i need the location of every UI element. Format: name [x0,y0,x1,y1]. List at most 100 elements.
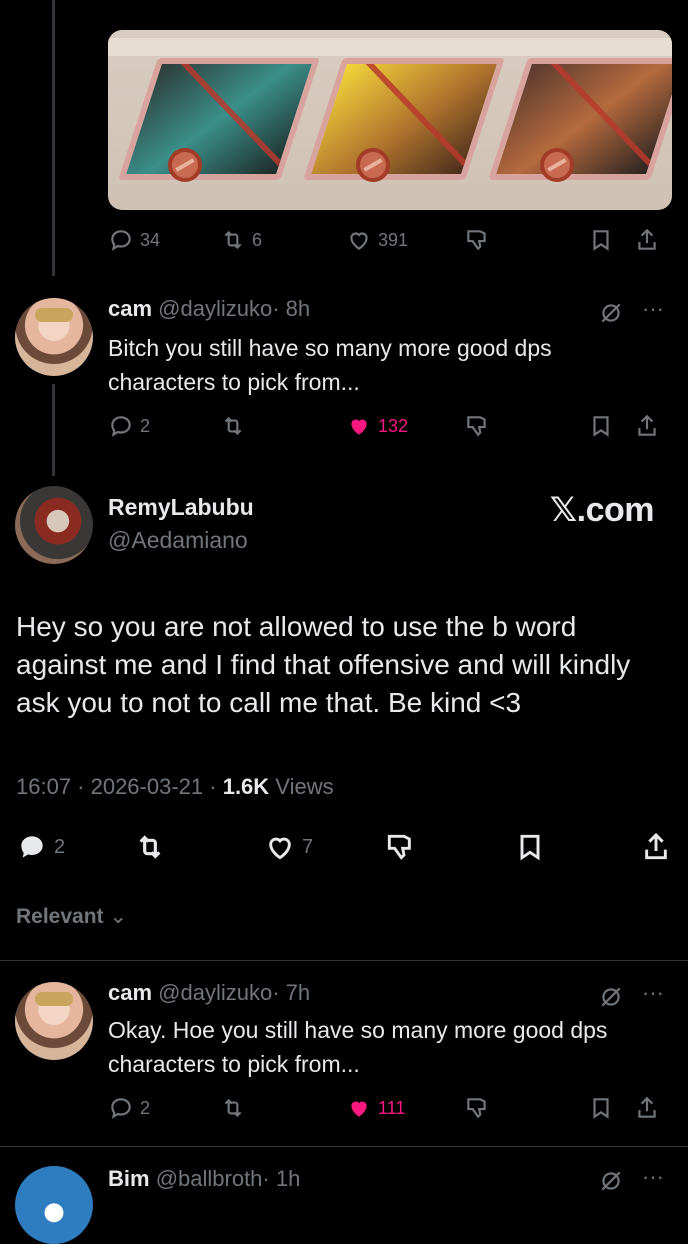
like-button[interactable]: 391 [346,227,464,253]
avatar[interactable] [15,486,93,564]
repost-icon [224,1098,242,1118]
handle[interactable]: @ballbroth [156,1166,263,1191]
grok-icon[interactable] [598,300,624,331]
dislike-button[interactable] [464,413,588,439]
post-actions: 2 7 [16,832,672,862]
avatar[interactable] [15,982,93,1060]
bookmark-button[interactable] [588,1095,634,1121]
heart-filled-icon [351,1101,367,1117]
sort-label: Relevant [16,905,104,928]
bookmark-button[interactable] [514,831,640,863]
ban-icon [168,148,202,182]
grok-icon[interactable] [598,1168,624,1199]
heart-icon [269,837,291,860]
like-count: 7 [302,835,314,858]
more-options-icon[interactable]: ··· [642,296,664,322]
share-icon [638,1096,656,1118]
thumbs-down-icon [467,1098,486,1119]
bookmark-button[interactable] [588,413,634,439]
sort-dropdown[interactable]: Relevant ⌄ [16,904,127,929]
post-actions: 2 111 [108,1093,672,1123]
post-meta: 16:07 · 2026-03-21 · 1.6K Views [16,774,334,800]
reply-icon [111,1098,131,1119]
reply-header: cam @daylizuko· 8h [108,296,310,322]
thumbs-down-icon [467,230,486,251]
dislike-button[interactable] [384,831,514,863]
views-count: 1.6K [222,774,270,799]
post-media-image[interactable] [108,30,672,210]
like-count: 391 [378,229,409,250]
reply-button[interactable]: 34 [108,227,220,253]
reply-button[interactable]: 2 [16,831,134,863]
like-button[interactable]: 7 [264,831,384,863]
timestamp[interactable]: · 8h [272,296,310,321]
bookmark-icon [520,834,540,861]
share-button[interactable] [640,831,672,863]
hero-banned-thumbnail [488,58,672,180]
display-name[interactable]: Bim [108,1166,150,1191]
reply-icon [111,416,131,437]
bookmark-icon [593,1098,609,1119]
share-button[interactable] [634,413,660,439]
heart-filled-icon [351,419,367,435]
bookmark-icon [593,416,609,437]
bookmark-icon [593,230,609,251]
display-name[interactable]: cam [108,980,152,1005]
like-count: 111 [378,1097,406,1118]
reply-header: cam @daylizuko· 7h [108,980,310,1006]
share-button[interactable] [634,1095,660,1121]
reply-icon [21,836,43,858]
repost-button[interactable] [220,413,346,439]
x-logo: 𝕏.com [549,491,655,529]
thumbs-down-icon [387,834,411,860]
views-label: Views [269,774,334,799]
post-actions: 34 6 391 [108,225,672,255]
thread-line [52,384,55,476]
timestamp[interactable]: · 1h [262,1166,300,1191]
divider [0,1146,688,1147]
repost-icon [139,835,161,859]
avatar[interactable] [15,298,93,376]
like-count: 132 [378,415,409,436]
reply-button[interactable]: 2 [108,413,220,439]
reply-text: Okay. Hoe you still have so many more go… [108,1017,608,1077]
bookmark-button[interactable] [588,227,634,253]
share-icon [645,832,667,860]
divider [0,960,688,961]
ban-icon [540,148,574,182]
reply-icon [111,230,131,251]
hero-banned-thumbnail [303,58,505,180]
post-actions: 2 132 [108,411,672,441]
more-options-icon[interactable]: ··· [642,980,664,1006]
handle[interactable]: @daylizuko [158,980,272,1005]
repost-icon [224,416,242,436]
repost-button[interactable] [134,831,264,863]
chevron-down-icon: ⌄ [109,905,127,928]
reply-count: 2 [140,1097,151,1118]
handle[interactable]: @daylizuko [158,296,272,321]
heart-icon [350,232,368,250]
repost-button[interactable]: 6 [220,227,346,253]
hero-banned-thumbnail [118,58,320,180]
avatar[interactable] [15,1166,93,1244]
reply-button[interactable]: 2 [108,1095,220,1121]
like-button[interactable]: 111 [346,1095,464,1121]
reply-count: 2 [140,415,151,436]
share-button[interactable] [634,227,660,253]
repost-button[interactable] [220,1095,346,1121]
display-name[interactable]: RemyLabubu [108,494,254,521]
repost-count: 6 [252,229,263,250]
display-name[interactable]: cam [108,296,152,321]
reply-text: Bitch you still have so many more good d… [108,335,552,395]
share-icon [638,228,656,250]
repost-icon [224,230,242,250]
reply-header: Bim @ballbroth· 1h [108,1166,300,1192]
grok-icon[interactable] [598,984,624,1015]
dislike-button[interactable] [464,1095,588,1121]
dislike-button[interactable] [464,227,588,253]
like-button[interactable]: 132 [346,413,464,439]
thumbs-down-icon [467,416,486,437]
timestamp[interactable]: · 7h [272,980,310,1005]
more-options-icon[interactable]: ··· [642,1164,664,1190]
handle[interactable]: @Aedamiano [108,527,248,554]
